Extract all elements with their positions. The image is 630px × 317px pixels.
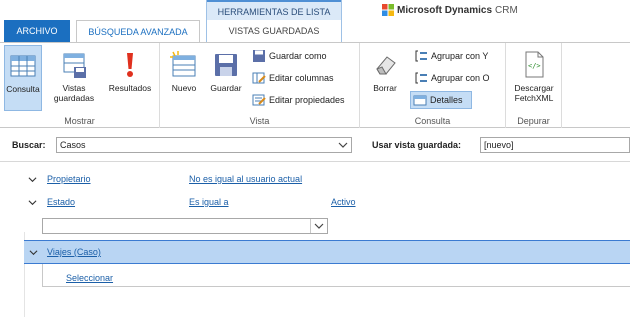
tab-archivo[interactable]: ARCHIVO xyxy=(4,20,70,42)
ribbon-group-consulta: Borrar Agrupar con Y Agrupar con O Detal… xyxy=(360,43,506,128)
seleccionar-link[interactable]: Seleccionar xyxy=(66,273,113,283)
criteria-field-estado[interactable]: Estado xyxy=(47,197,75,207)
group-or-icon xyxy=(414,71,428,85)
agrupar-o-label: Agrupar con O xyxy=(431,73,490,83)
eraser-icon xyxy=(369,49,401,81)
chevron-down-icon[interactable] xyxy=(28,198,37,207)
group-label-consulta: Consulta xyxy=(414,116,451,126)
editar-columnas-label: Editar columnas xyxy=(269,73,334,83)
detalles-label: Detalles xyxy=(430,95,463,105)
borrar-label: Borrar xyxy=(373,83,397,93)
chevron-down-icon xyxy=(314,223,324,229)
descargar-label-1: Descargar xyxy=(514,83,554,93)
details-icon xyxy=(413,93,427,107)
chevron-down-icon[interactable] xyxy=(28,175,37,184)
guardar-label: Guardar xyxy=(210,83,242,93)
editar-columnas-button[interactable]: Editar columnas xyxy=(250,69,336,87)
chevron-down-icon[interactable] xyxy=(29,248,38,257)
agrupar-y-label: Agrupar con Y xyxy=(431,51,489,61)
vista-guardada-field[interactable]: [nuevo] xyxy=(480,137,630,153)
vista-guardada-label: Usar vista guardada: xyxy=(372,140,462,150)
search-bar: Buscar: Casos Usar vista guardada: [nuev… xyxy=(0,134,630,158)
vista-guardada-value: [nuevo] xyxy=(484,140,514,150)
edit-properties-icon xyxy=(252,93,266,107)
tab-busqueda-avanzada[interactable]: BÚSQUEDA AVANZADA xyxy=(76,20,200,42)
resultados-button[interactable]: Resultados xyxy=(104,45,156,111)
vistas-guardadas-button[interactable]: Vistas guardadas xyxy=(48,45,100,111)
buscar-label: Buscar: xyxy=(12,140,46,150)
svg-text:</>: </> xyxy=(528,62,541,70)
buscar-select[interactable]: Casos xyxy=(56,137,352,153)
borrar-button[interactable]: Borrar xyxy=(368,45,402,111)
section-divider xyxy=(0,161,630,162)
buscar-value: Casos xyxy=(60,140,86,150)
edit-columns-icon xyxy=(252,71,266,85)
guardar-button[interactable]: Guardar xyxy=(206,45,246,111)
ribbon-group-depurar: </> Descargar FetchXML Depurar xyxy=(506,43,562,128)
descargar-label-2: FetchXML xyxy=(514,93,554,103)
consulta-button[interactable]: Consulta xyxy=(4,45,42,111)
guardar-como-button[interactable]: Guardar como xyxy=(250,47,329,65)
add-field-dropdown[interactable] xyxy=(310,219,327,233)
add-field-select[interactable] xyxy=(42,218,328,234)
editar-propiedades-button[interactable]: Editar propiedades xyxy=(250,91,347,109)
tab-strip: ARCHIVO BÚSQUEDA AVANZADA HERRAMIENTAS D… xyxy=(0,0,630,42)
tree-guide-line xyxy=(42,286,630,287)
consulta-label: Consulta xyxy=(6,84,40,94)
related-entity-row[interactable]: Viajes (Caso) xyxy=(24,240,630,264)
criteria-field-propietario[interactable]: Propietario xyxy=(47,174,91,184)
criteria-operator-estado[interactable]: Es igual a xyxy=(189,197,229,207)
contextual-tab-group: HERRAMIENTAS DE LISTA VISTAS GUARDADAS xyxy=(206,0,342,42)
tree-guide-line xyxy=(42,264,43,286)
save-icon xyxy=(210,49,242,81)
editar-propiedades-label: Editar propiedades xyxy=(269,95,345,105)
criteria-operator-propietario[interactable]: No es igual al usuario actual xyxy=(189,174,302,184)
brand-suffix: CRM xyxy=(495,4,518,16)
group-label-vista: Vista xyxy=(249,116,270,126)
tab-vistas-guardadas[interactable]: VISTAS GUARDADAS xyxy=(207,20,341,42)
new-view-icon xyxy=(168,49,200,81)
agrupar-o-button[interactable]: Agrupar con O xyxy=(412,69,492,87)
detalles-button[interactable]: Detalles xyxy=(410,91,472,109)
saved-views-icon xyxy=(58,49,90,81)
group-label-mostrar: Mostrar xyxy=(64,116,95,126)
contextual-group-title: HERRAMIENTAS DE LISTA xyxy=(207,0,341,20)
nuevo-label: Nuevo xyxy=(171,83,197,93)
download-xml-icon: </> xyxy=(518,49,550,81)
vistas-label-1: Vistas xyxy=(62,83,86,93)
exclamation-icon xyxy=(114,49,146,81)
brand-logo: Microsoft Dynamics CRM xyxy=(382,3,518,17)
agrupar-y-button[interactable]: Agrupar con Y xyxy=(412,47,490,65)
nuevo-button[interactable]: Nuevo xyxy=(164,45,204,111)
brand-name: Microsoft Dynamics xyxy=(397,4,493,16)
chevron-down-icon xyxy=(338,142,348,148)
save-as-icon xyxy=(252,49,266,63)
vistas-label-2: guardadas xyxy=(53,93,95,103)
windows-logo-icon xyxy=(382,4,394,16)
related-entity-link[interactable]: Viajes (Caso) xyxy=(47,247,101,257)
group-and-icon xyxy=(414,49,428,63)
resultados-label: Resultados xyxy=(108,83,152,93)
criteria-value-estado[interactable]: Activo xyxy=(331,197,356,207)
group-label-depurar: Depurar xyxy=(517,116,550,126)
ribbon: Consulta Vistas guardadas Resultados Mos… xyxy=(0,42,630,128)
guardar-como-label: Guardar como xyxy=(269,51,327,61)
ribbon-group-vista: Nuevo Guardar Guardar como Editar column… xyxy=(160,43,360,128)
descargar-fetchxml-button[interactable]: </> Descargar FetchXML xyxy=(510,45,558,111)
ribbon-group-mostrar: Consulta Vistas guardadas Resultados Mos… xyxy=(0,43,160,128)
query-grid-icon xyxy=(7,50,39,82)
